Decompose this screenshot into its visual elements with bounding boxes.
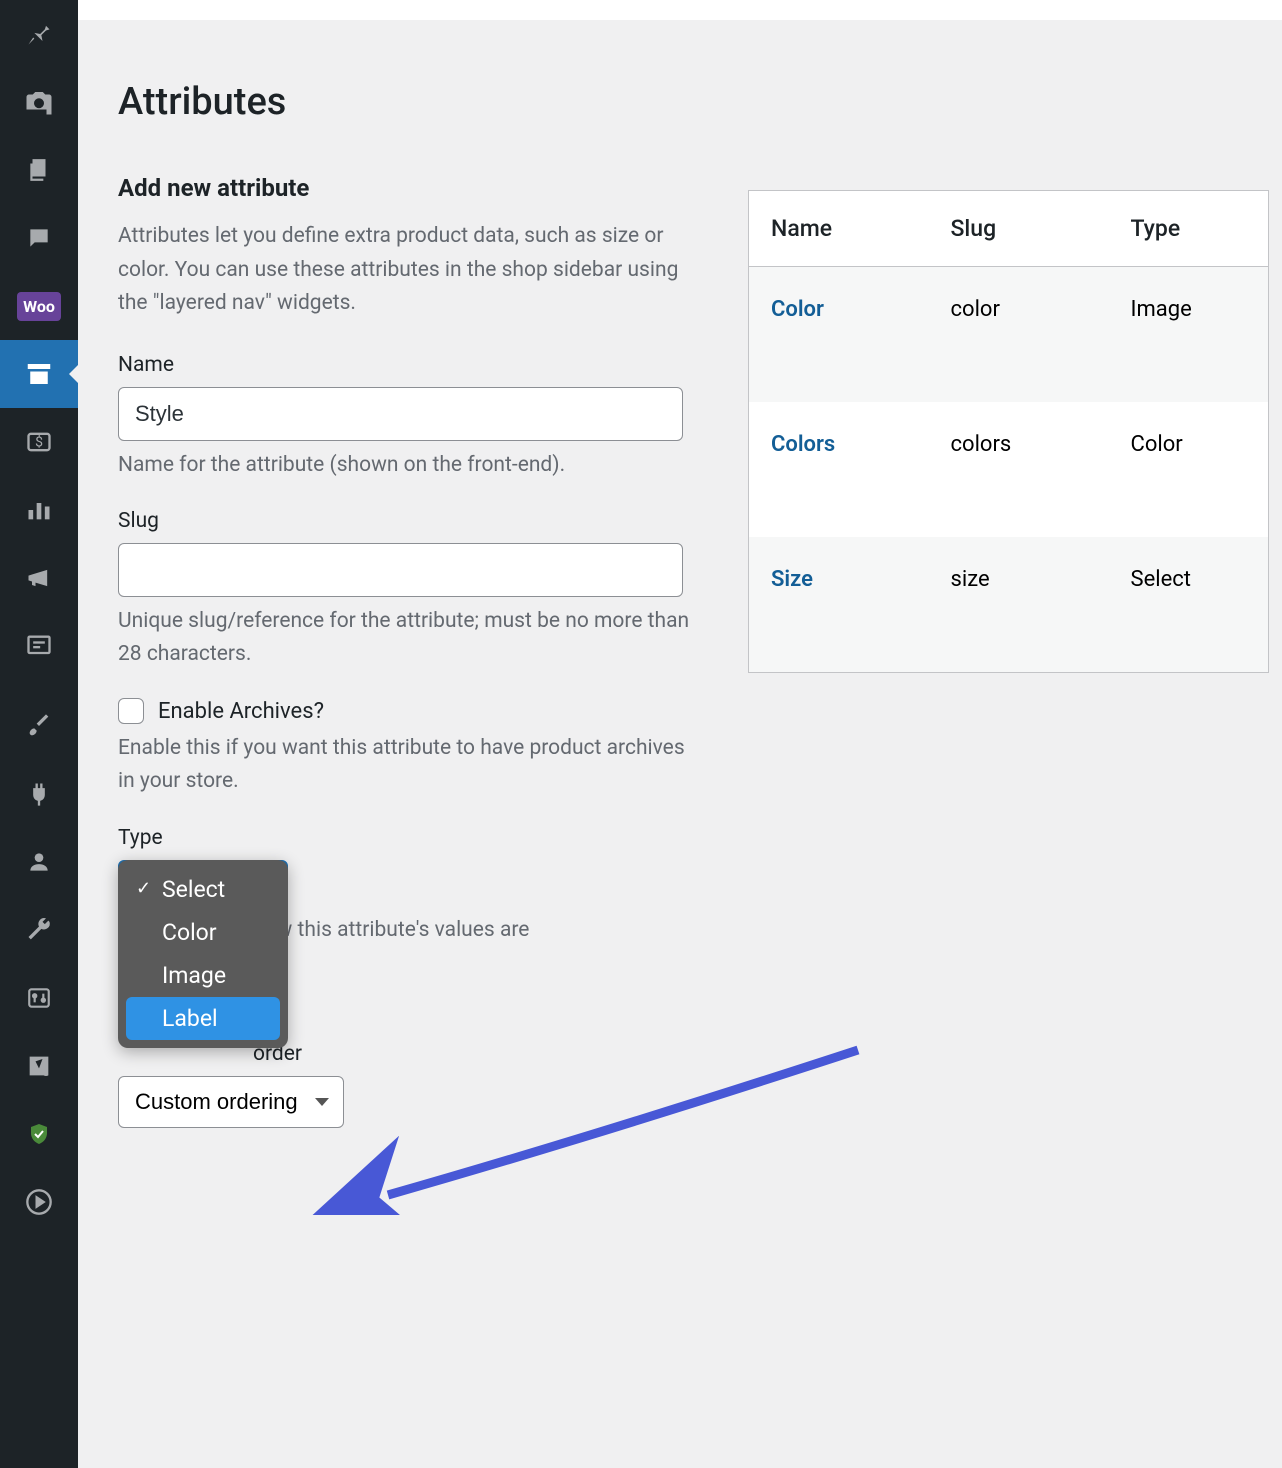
table-cell-slug: colors — [929, 402, 1109, 537]
form-description: Attributes let you define extra product … — [118, 220, 698, 321]
name-help: Name for the attribute (shown on the fro… — [118, 449, 698, 482]
plug-icon — [25, 780, 53, 808]
attribute-form: Attributes Add new attribute Attributes … — [118, 80, 698, 1128]
type-label: Type — [118, 826, 698, 850]
play-icon — [25, 1188, 53, 1216]
sidebar-item-woo[interactable]: Woo — [0, 272, 78, 340]
archives-help: Enable this if you want this attribute t… — [118, 732, 698, 797]
table-cell-type: Color — [1109, 402, 1269, 537]
type-field-group: Type Select Color Image Label how this a… — [118, 826, 698, 942]
user-icon — [26, 849, 52, 875]
page-title: Attributes — [118, 80, 698, 124]
archives-checkbox[interactable] — [118, 698, 144, 724]
form-heading: Add new attribute — [118, 174, 698, 202]
sort-select[interactable]: Custom ordering — [118, 1076, 344, 1128]
comment-icon — [26, 225, 52, 251]
name-input[interactable] — [118, 387, 683, 441]
top-bar — [78, 0, 1282, 20]
svg-text:$: $ — [35, 434, 43, 451]
name-label: Name — [118, 353, 698, 377]
sidebar-item-pages[interactable] — [0, 136, 78, 204]
chart-icon — [25, 496, 53, 524]
table-header-slug: Slug — [929, 191, 1109, 267]
sidebar-item-settings[interactable] — [0, 964, 78, 1032]
sliders-icon — [26, 985, 52, 1011]
sidebar-item-pin[interactable] — [0, 0, 78, 68]
table-row: Size size Select — [749, 537, 1269, 673]
table-cell-type: Select — [1109, 537, 1269, 673]
attribute-link[interactable]: Colors — [771, 432, 835, 457]
attributes-table-container: Name Slug Type Color color Image Colors … — [748, 190, 1269, 1128]
slug-input[interactable] — [118, 543, 683, 597]
archives-label: Enable Archives? — [158, 699, 324, 724]
slug-field-group: Slug Unique slug/reference for the attri… — [118, 509, 698, 670]
admin-sidebar: Woo $ — [0, 0, 78, 1468]
name-field-group: Name Name for the attribute (shown on th… — [118, 353, 698, 482]
sidebar-item-users[interactable] — [0, 828, 78, 896]
pushpin-icon — [25, 20, 53, 48]
sidebar-item-payments[interactable]: $ — [0, 408, 78, 476]
type-option-select[interactable]: Select — [126, 868, 280, 911]
table-header-type: Type — [1109, 191, 1269, 267]
wrench-icon — [25, 916, 53, 944]
type-option-image[interactable]: Image — [126, 954, 280, 997]
table-row: Color color Image — [749, 267, 1269, 403]
sidebar-item-marketing[interactable] — [0, 544, 78, 612]
attribute-link[interactable]: Color — [771, 297, 824, 322]
sidebar-item-media[interactable] — [0, 68, 78, 136]
archives-field-group: Enable Archives? Enable this if you want… — [118, 698, 698, 797]
sidebar-item-feedback[interactable] — [0, 612, 78, 680]
sidebar-item-security[interactable] — [0, 1100, 78, 1168]
archive-icon — [24, 359, 54, 389]
sidebar-item-appearance[interactable] — [0, 692, 78, 760]
attributes-table: Name Slug Type Color color Image Colors … — [748, 190, 1269, 673]
shield-icon — [27, 1122, 51, 1146]
type-option-label[interactable]: Label — [126, 997, 280, 1040]
feedback-icon — [25, 632, 53, 660]
table-header-name: Name — [749, 191, 929, 267]
table-cell-type: Image — [1109, 267, 1269, 403]
slug-label: Slug — [118, 509, 698, 533]
dollar-icon: $ — [25, 428, 53, 456]
yoast-icon — [25, 1052, 53, 1080]
megaphone-icon — [25, 564, 53, 592]
type-option-color[interactable]: Color — [126, 911, 280, 954]
sidebar-item-comments[interactable] — [0, 204, 78, 272]
camera-icon — [24, 87, 54, 117]
sort-field-group: order Custom ordering — [118, 1042, 698, 1128]
table-cell-slug: color — [929, 267, 1109, 403]
pages-icon — [26, 157, 52, 183]
content-area: Attributes Add new attribute Attributes … — [78, 0, 1282, 1468]
sidebar-item-products[interactable] — [0, 340, 78, 408]
sidebar-item-analytics[interactable] — [0, 476, 78, 544]
sidebar-item-seo[interactable] — [0, 1032, 78, 1100]
brush-icon — [25, 712, 53, 740]
attribute-link[interactable]: Size — [771, 567, 813, 592]
sidebar-item-tools[interactable] — [0, 896, 78, 964]
sidebar-item-plugins[interactable] — [0, 760, 78, 828]
sidebar-item-video[interactable] — [0, 1168, 78, 1236]
slug-help: Unique slug/reference for the attribute;… — [118, 605, 698, 670]
woo-icon: Woo — [17, 292, 61, 321]
type-dropdown: Select Color Image Label — [118, 860, 288, 1048]
table-cell-slug: size — [929, 537, 1109, 673]
table-row: Colors colors Color — [749, 402, 1269, 537]
